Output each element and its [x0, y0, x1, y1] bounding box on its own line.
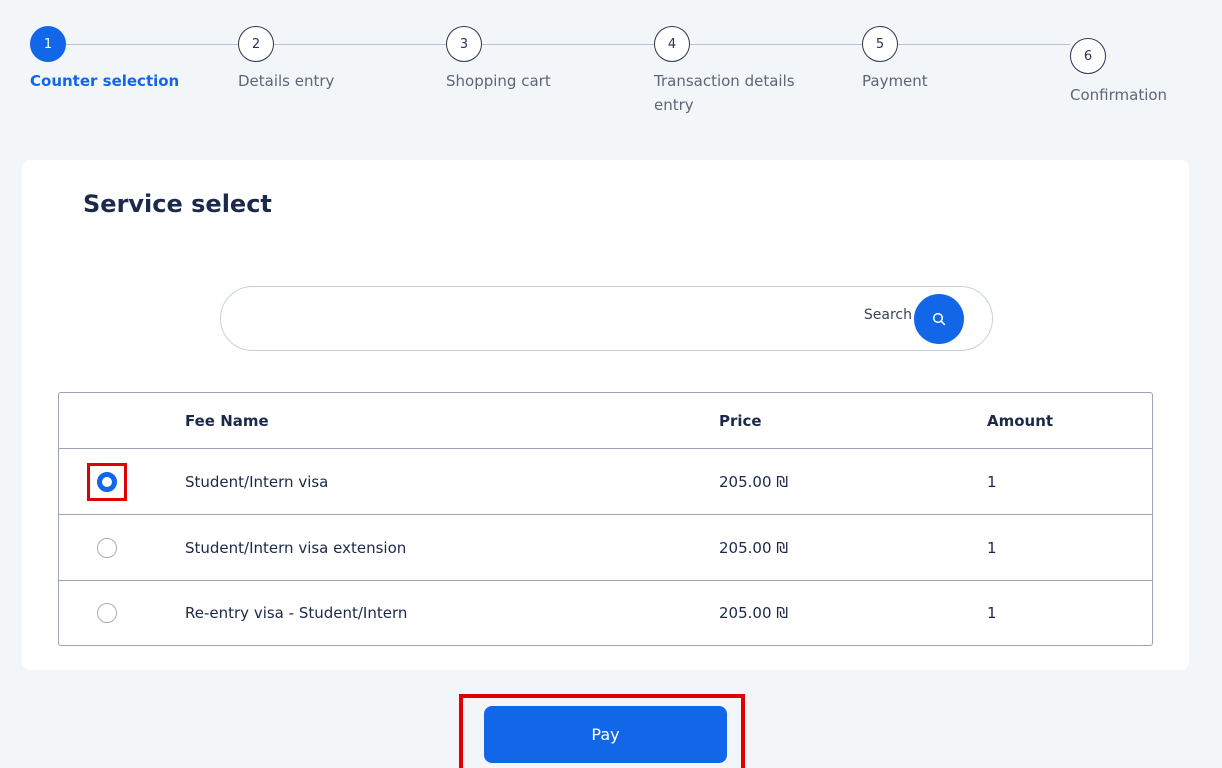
service-select-card: Service select Search Fee Name Price Amo…	[22, 160, 1189, 670]
row-radio-cell	[95, 581, 119, 645]
step-4-label: Transaction details entry	[654, 72, 795, 114]
fee-table: Fee Name Price Amount Student/Intern vis…	[58, 392, 1153, 646]
search-label: Search	[863, 307, 912, 323]
table-row[interactable]: Re-entry visa - Student/Intern 205.00 ₪ …	[59, 580, 1152, 645]
pay-button[interactable]: Pay	[484, 706, 727, 763]
step-connector	[898, 44, 1070, 45]
fee-name: Student/Intern visa	[185, 472, 329, 491]
step-6-label: Confirmation	[1070, 86, 1168, 104]
fee-price: 205.00 ₪	[719, 604, 789, 622]
row-radio-cell	[95, 515, 119, 580]
table-header-row: Fee Name Price Amount	[59, 393, 1152, 448]
fee-radio[interactable]	[97, 603, 117, 623]
fee-name: Student/Intern visa extension	[185, 538, 407, 557]
column-header-fee-name: Fee Name	[185, 411, 269, 430]
step-1-circle: 1	[30, 26, 66, 62]
radio-highlight-box	[87, 462, 127, 501]
search-input[interactable]: Search	[220, 286, 993, 351]
fee-name: Re-entry visa - Student/Intern	[185, 604, 408, 622]
fee-amount: 1	[987, 472, 997, 491]
step-6-circle: 6	[1070, 38, 1106, 74]
search-button[interactable]	[914, 294, 964, 344]
column-header-amount: Amount	[987, 411, 1054, 430]
fee-radio[interactable]	[97, 537, 117, 558]
step-connector	[690, 44, 862, 45]
step-connector	[66, 44, 238, 45]
page-title: Service select	[83, 190, 272, 218]
progress-stepper: 1 Counter selection 2 Details entry 3 Sh…	[0, 0, 1222, 140]
step-2-label: Details entry	[238, 72, 335, 90]
step-1-label: Counter selection	[30, 72, 180, 90]
table-row[interactable]: Student/Intern visa 205.00 ₪ 1	[59, 448, 1152, 514]
step-3-label: Shopping cart	[446, 72, 551, 90]
search-icon	[932, 312, 946, 326]
table-row[interactable]: Student/Intern visa extension 205.00 ₪ 1	[59, 514, 1152, 580]
step-5-circle: 5	[862, 26, 898, 62]
step-connector	[274, 44, 446, 45]
step-3-circle: 3	[446, 26, 482, 62]
fee-price: 205.00 ₪	[719, 472, 789, 491]
step-5-label: Payment	[862, 72, 928, 90]
fee-amount: 1	[987, 604, 997, 622]
fee-amount: 1	[987, 538, 997, 557]
fee-price: 205.00 ₪	[719, 538, 789, 557]
column-header-price: Price	[719, 411, 762, 430]
step-connector	[482, 44, 654, 45]
row-radio-cell	[87, 449, 127, 514]
step-2-circle: 2	[238, 26, 274, 62]
step-4-circle: 4	[654, 26, 690, 62]
